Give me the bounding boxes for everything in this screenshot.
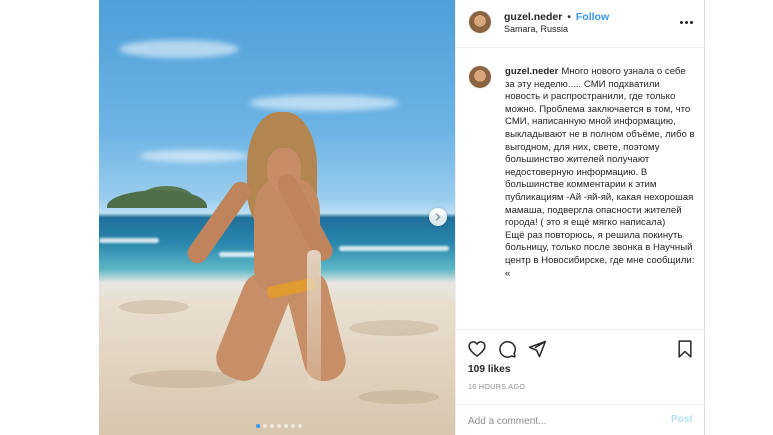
post-photo[interactable] bbox=[99, 0, 455, 435]
carousel-dot bbox=[256, 424, 260, 428]
caption-username-link[interactable]: guzel.neder bbox=[505, 66, 558, 77]
likes-count[interactable]: 109 likes bbox=[468, 364, 511, 375]
photo-island bbox=[107, 190, 207, 208]
location-link[interactable]: Samara, Russia bbox=[504, 24, 568, 34]
username-link[interactable]: guzel.neder bbox=[504, 11, 562, 23]
photo-sand-texture bbox=[359, 390, 439, 404]
carousel-dot bbox=[277, 424, 281, 428]
page-background-right bbox=[705, 0, 773, 435]
post-comment-button[interactable]: Post bbox=[671, 414, 693, 425]
photo-cloud bbox=[249, 95, 399, 111]
post-details-panel: guzel.neder • Follow Samara, Russia guze… bbox=[455, 0, 705, 435]
chevron-right-icon bbox=[435, 213, 441, 221]
photo-falling-sand bbox=[307, 250, 321, 390]
photo-sand-texture bbox=[119, 300, 189, 314]
separator-dot: • bbox=[567, 11, 571, 23]
photo-wave bbox=[339, 246, 449, 251]
follow-button[interactable]: Follow bbox=[576, 11, 609, 23]
carousel-dot bbox=[298, 424, 302, 428]
photo-cloud bbox=[139, 150, 249, 162]
more-dot bbox=[689, 20, 693, 24]
carousel-next-button[interactable] bbox=[429, 208, 447, 226]
comment-icon[interactable] bbox=[497, 339, 517, 359]
avatar[interactable] bbox=[469, 11, 491, 33]
carousel-indicator bbox=[256, 424, 302, 428]
more-options-icon[interactable] bbox=[679, 15, 693, 29]
comments-area[interactable]: guzel.neder Много нового узнала о себе за… bbox=[456, 49, 705, 329]
page-background-left bbox=[0, 0, 99, 435]
carousel-dot bbox=[270, 424, 274, 428]
heart-icon[interactable] bbox=[467, 339, 487, 359]
header-user-line: guzel.neder • Follow bbox=[504, 11, 609, 23]
carousel-dot bbox=[284, 424, 288, 428]
photo-wave bbox=[99, 238, 159, 243]
caption-avatar[interactable] bbox=[469, 66, 491, 88]
post-timestamp[interactable]: 16 HOURS AGO bbox=[468, 382, 525, 391]
photo-sand-texture bbox=[349, 320, 439, 336]
more-dot bbox=[684, 20, 688, 24]
photo-cloud bbox=[119, 40, 239, 58]
more-dot bbox=[679, 20, 683, 24]
comment-input[interactable] bbox=[468, 413, 648, 429]
bookmark-icon[interactable] bbox=[675, 339, 695, 359]
carousel-dot bbox=[263, 424, 267, 428]
share-icon[interactable] bbox=[527, 339, 547, 359]
caption-text: Много нового узнала о себе за эту неделю… bbox=[505, 66, 695, 279]
caption: guzel.neder Много нового узнала о себе за… bbox=[505, 66, 695, 280]
add-comment-row: Post bbox=[456, 404, 705, 435]
post-header: guzel.neder • Follow Samara, Russia bbox=[456, 0, 705, 48]
carousel-dot bbox=[291, 424, 295, 428]
